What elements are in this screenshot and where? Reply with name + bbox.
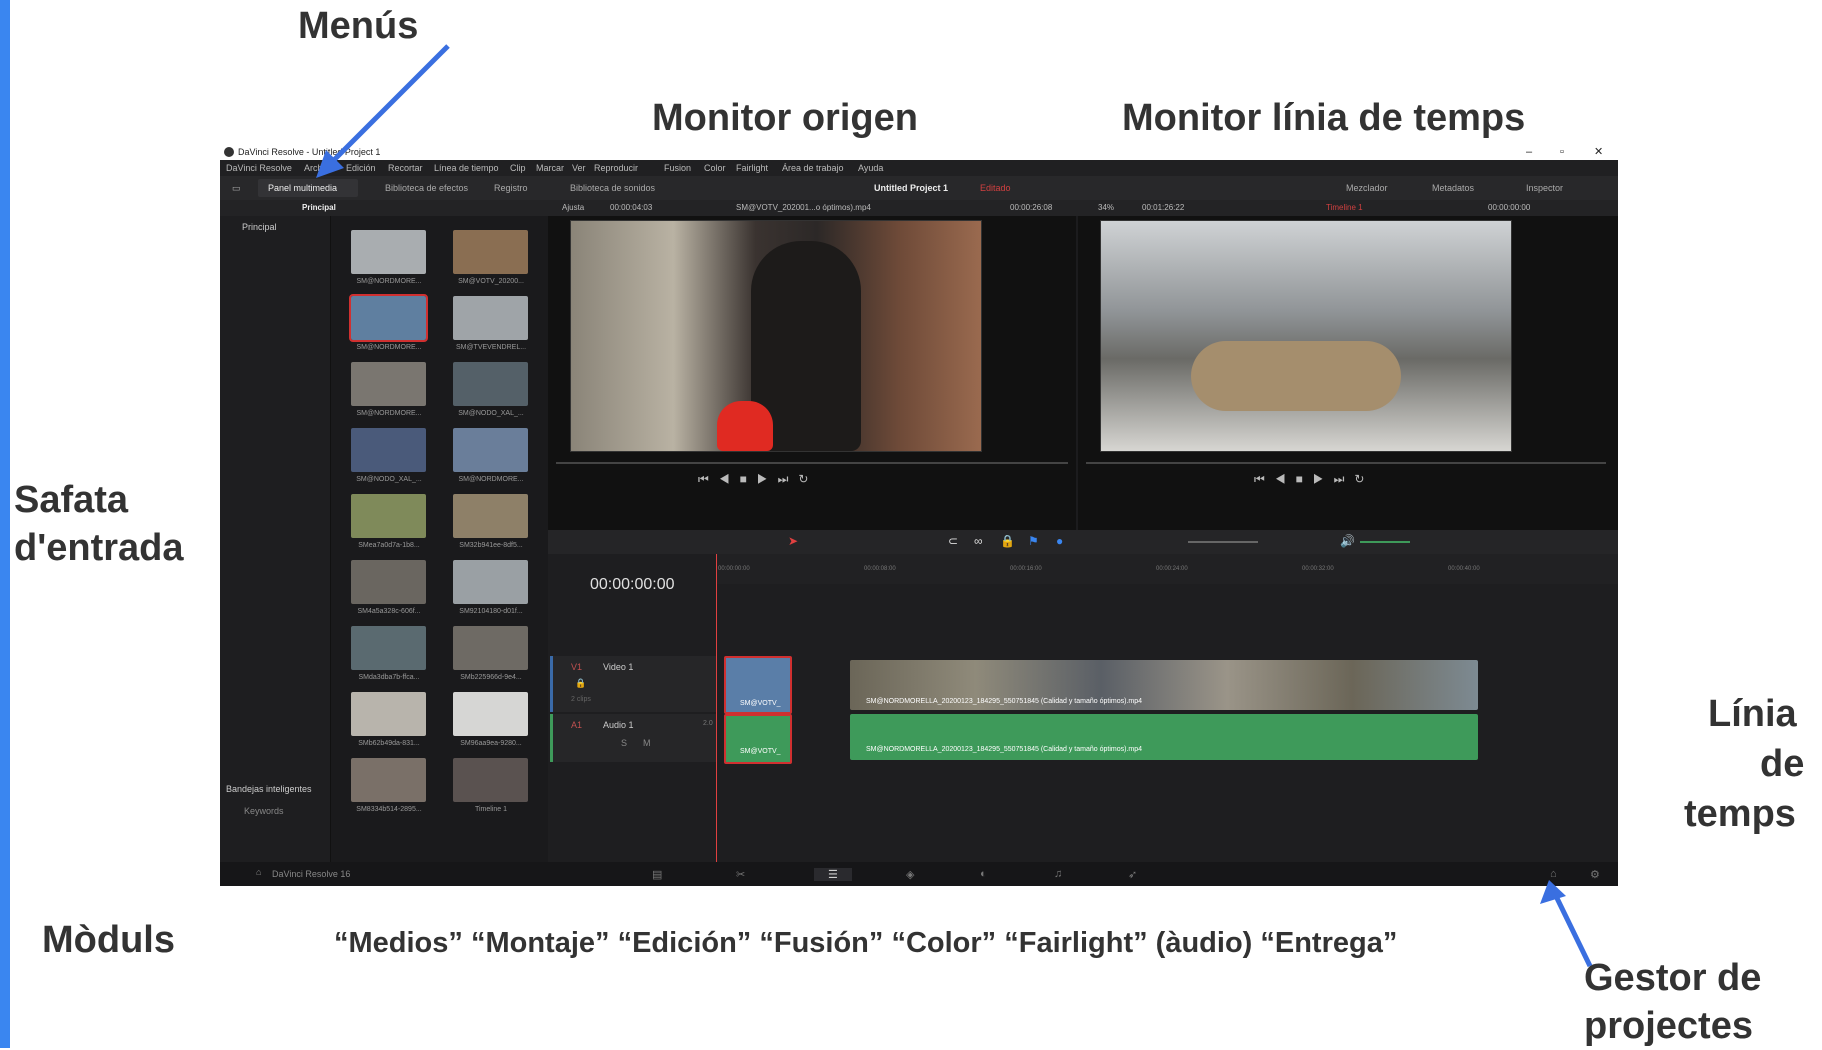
project-manager-arrow — [1540, 880, 1593, 968]
menus-arrow — [316, 44, 450, 178]
annotation-arrows — [316, 44, 1593, 968]
